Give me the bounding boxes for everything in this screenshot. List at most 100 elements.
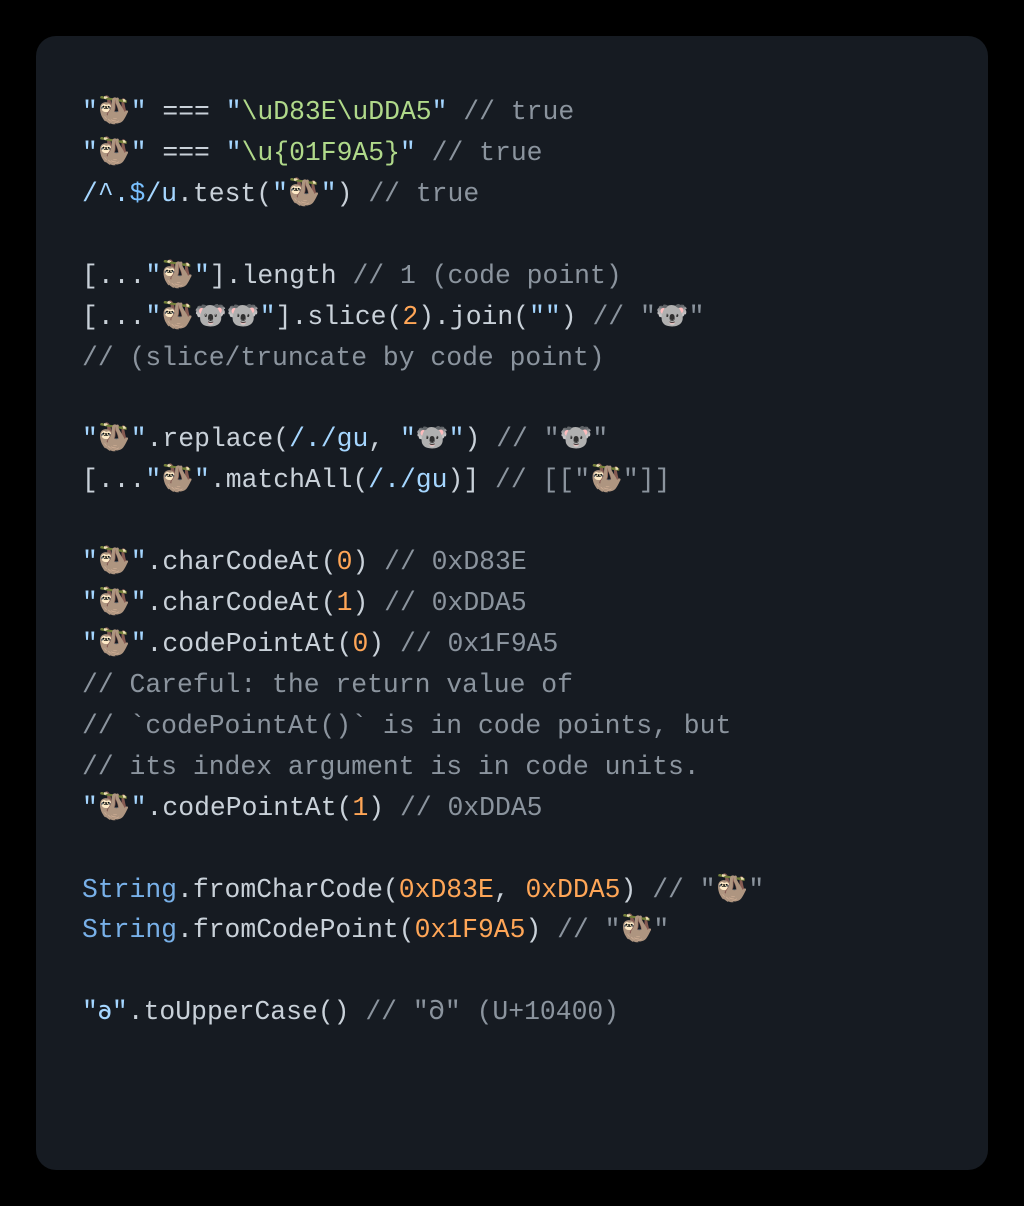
token-comment: // 0xDDA5	[368, 588, 526, 618]
token-punct: )	[337, 179, 353, 209]
token-punct: )]	[447, 465, 479, 495]
code-line: "🦥" === "\uD83E\uDDA5" // true	[82, 97, 574, 127]
code-line: /^.$/u.test("🦥") // true	[82, 179, 479, 209]
token-comment: // `codePointAt()` is in code points, bu…	[82, 711, 731, 741]
token-punct: (	[399, 915, 415, 945]
token-str: "🦥"	[145, 465, 210, 495]
code-line: [..."🦥🐨🐨"].slice(2).join("") // "🐨"	[82, 302, 705, 332]
token-punct: ()	[318, 997, 350, 1027]
token-punct: ,	[368, 424, 400, 454]
code-line: "🦥".codePointAt(0) // 0x1F9A5	[82, 629, 558, 659]
token-str: "	[400, 138, 416, 168]
token-num: 0x1F9A5	[415, 915, 526, 945]
token-comment: // Careful: the return value of	[82, 670, 573, 700]
token-str: "🦥"	[82, 138, 147, 168]
token-punct: ].	[210, 261, 242, 291]
token-punct: ===	[147, 138, 226, 168]
token-prop: replace	[162, 424, 273, 454]
code-line: // Careful: the return value of	[82, 670, 573, 700]
token-str: "🦥"	[82, 793, 147, 823]
token-punct: (	[513, 302, 529, 332]
token-prop: slice	[307, 302, 386, 332]
token-comment: // 0x1F9A5	[384, 629, 558, 659]
token-punct: )	[465, 424, 481, 454]
token-comment: // 0xD83E	[368, 547, 526, 577]
token-punct: (	[256, 179, 272, 209]
code-line: [..."🦥".matchAll(/./gu)] // [["🦥"]]	[82, 465, 670, 495]
token-punct: ].	[276, 302, 308, 332]
token-prop: toUpperCase	[144, 997, 318, 1027]
token-punct: )	[525, 915, 541, 945]
token-prop: fromCodePoint	[193, 915, 399, 945]
token-str: "🦥"	[82, 629, 147, 659]
token-punct: (	[383, 875, 399, 905]
token-punct: )	[621, 875, 637, 905]
token-str: "🦥🐨🐨"	[145, 302, 275, 332]
token-prop: codePointAt	[162, 629, 336, 659]
token-prop: charCodeAt	[162, 547, 320, 577]
token-str: "🦥"	[82, 424, 147, 454]
token-comment: // 0xDDA5	[384, 793, 542, 823]
token-comment: // true	[352, 179, 479, 209]
token-punct: (	[321, 547, 337, 577]
token-num: 0xD83E	[399, 875, 494, 905]
token-comment: // true	[447, 97, 574, 127]
token-regex: /./gu	[368, 465, 447, 495]
token-comment: // (slice/truncate by code point)	[82, 343, 605, 373]
token-punct: ).	[418, 302, 450, 332]
token-num: 1	[352, 793, 368, 823]
code-line: "𐐨".toUpperCase() // "𐐀" (U+10400)	[82, 997, 619, 1027]
token-punct: .	[177, 915, 193, 945]
token-prop: join	[450, 302, 513, 332]
token-str: "🐨"	[400, 424, 465, 454]
code-line: String.fromCodePoint(0x1F9A5) // "🦥"	[82, 915, 669, 945]
token-const: $	[130, 179, 146, 209]
token-prop: fromCharCode	[193, 875, 383, 905]
code-line: String.fromCharCode(0xD83E, 0xDDA5) // "…	[82, 875, 764, 905]
token-str: "	[432, 97, 448, 127]
token-prop: length	[242, 261, 337, 291]
token-punct: [...	[82, 302, 145, 332]
token-punct: ,	[494, 875, 526, 905]
token-str: "	[226, 97, 242, 127]
token-class: String	[82, 915, 177, 945]
token-punct: [...	[82, 261, 145, 291]
code-line: "🦥".codePointAt(1) // 0xDDA5	[82, 793, 543, 823]
token-str: "𐐨"	[82, 997, 128, 1027]
token-punct: (	[387, 302, 403, 332]
token-str: ""	[529, 302, 561, 332]
code-line: "🦥".charCodeAt(0) // 0xD83E	[82, 547, 527, 577]
token-esc: \uD83E\uDDA5	[242, 97, 432, 127]
code-block: "🦥" === "\uD83E\uDDA5" // true "🦥" === "…	[82, 92, 948, 1033]
token-comment: // "🦥"	[541, 915, 669, 945]
token-str: "🦥"	[82, 97, 147, 127]
token-comment: // true	[416, 138, 543, 168]
token-regex: /^.	[82, 179, 130, 209]
token-punct: .	[147, 793, 163, 823]
code-line: "🦥" === "\u{01F9A5}" // true	[82, 138, 543, 168]
token-str: "🦥"	[82, 588, 147, 618]
token-punct: .	[147, 629, 163, 659]
token-comment: // "🐨"	[577, 302, 705, 332]
code-line: "🦥".replace(/./gu, "🐨") // "🐨"	[82, 424, 608, 454]
token-punct: )	[352, 588, 368, 618]
token-str: "🦥"	[145, 261, 210, 291]
token-punct: .	[177, 179, 193, 209]
token-punct: )	[368, 793, 384, 823]
token-punct: .	[128, 997, 144, 1027]
token-str: "🦥"	[272, 179, 337, 209]
code-line: // its index argument is in code units.	[82, 752, 700, 782]
token-num: 0	[352, 629, 368, 659]
token-num: 0xDDA5	[525, 875, 620, 905]
token-punct: )	[352, 547, 368, 577]
code-line: // (slice/truncate by code point)	[82, 343, 605, 373]
code-line: [..."🦥"].length // 1 (code point)	[82, 261, 622, 291]
token-punct: )	[561, 302, 577, 332]
token-punct: .	[177, 875, 193, 905]
token-regex: /u	[145, 179, 177, 209]
token-comment: // 1 (code point)	[337, 261, 622, 291]
token-num: 1	[337, 588, 353, 618]
token-num: 2	[402, 302, 418, 332]
token-prop: matchAll	[226, 465, 353, 495]
token-punct: (	[337, 793, 353, 823]
